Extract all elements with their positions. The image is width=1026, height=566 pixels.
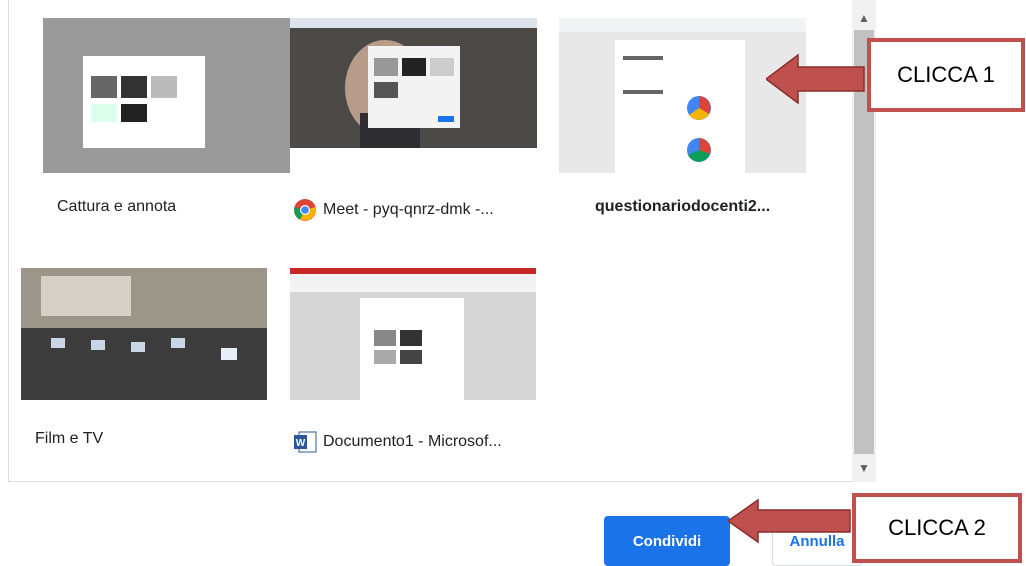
window-thumbnail — [290, 18, 537, 173]
scroll-down-icon[interactable]: ▼ — [852, 456, 876, 480]
arrow-left-icon — [766, 53, 865, 105]
window-title-text: Film e TV — [35, 430, 104, 447]
chrome-icon — [294, 199, 316, 221]
share-button[interactable]: Condividi — [604, 516, 730, 566]
window-tile-film-tv[interactable]: Film e TV — [21, 268, 268, 464]
window-tile-cattura[interactable]: Cattura e annota — [43, 18, 290, 215]
window-title: Cattura e annota — [43, 198, 304, 216]
callout-box-first: CLICCA 1 — [867, 38, 1025, 112]
callout-text: CLICCA 2 — [888, 515, 986, 540]
window-tile-documento[interactable]: W Documento1 - Microsof... — [290, 268, 537, 464]
svg-text:W: W — [296, 438, 306, 449]
window-title: W Documento1 - Microsof... — [290, 430, 540, 454]
callout-text: CLICCA 1 — [897, 62, 995, 87]
window-title-text: Documento1 - Microsof... — [323, 433, 502, 450]
callout-box-second: CLICCA 2 — [852, 493, 1022, 563]
window-thumbnail — [43, 18, 290, 173]
scroll-up-icon[interactable]: ▲ — [852, 6, 876, 30]
window-tile-meet[interactable]: Meet - pyq-qnrz-dmk -... — [290, 18, 537, 221]
window-title: Meet - pyq-qnrz-dmk -... — [290, 198, 540, 222]
window-title-text: Cattura e annota — [57, 198, 177, 215]
window-title-text: Meet - pyq-qnrz-dmk -... — [323, 201, 494, 218]
window-title: Film e TV — [21, 430, 282, 448]
window-tile-questionario[interactable]: questionariodocenti2... — [559, 18, 806, 215]
word-icon: W — [294, 431, 317, 453]
arrow-left-icon — [728, 498, 851, 544]
window-thumbnail — [21, 268, 267, 400]
window-title: questionariodocenti2... — [559, 198, 842, 216]
window-picker-grid: Cattura e annota Meet - pyq-qnrz-dmk -..… — [8, 0, 876, 482]
window-thumbnail — [290, 268, 536, 400]
window-title-text: questionariodocenti2... — [595, 198, 771, 215]
